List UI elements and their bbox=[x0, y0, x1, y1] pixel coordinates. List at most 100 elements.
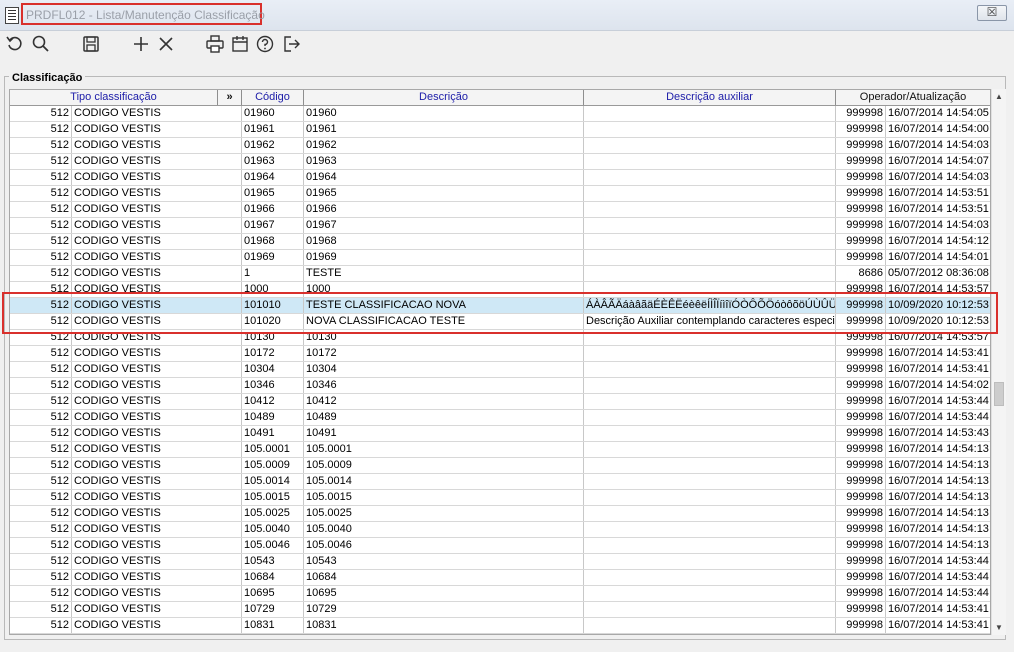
table-row[interactable]: 512 CODIGO VESTIS 10491 10491 999998 16/07/20… bbox=[10, 426, 990, 442]
table-row[interactable]: 512 CODIGO VESTIS 01965 01965 999998 16/07/20… bbox=[10, 186, 990, 202]
add-icon[interactable] bbox=[131, 34, 151, 54]
cell-tipo-nome: CODIGO VESTIS bbox=[72, 586, 242, 601]
table-row[interactable]: 512 CODIGO VESTIS 01960 01960 999998 16/07/20… bbox=[10, 106, 990, 122]
cell-operador: 999998 bbox=[836, 586, 886, 601]
header-operador-atualizacao[interactable]: Operador/Atualização bbox=[836, 90, 990, 105]
cell-tipo-nome: CODIGO VESTIS bbox=[72, 154, 242, 169]
scroll-thumb[interactable] bbox=[994, 382, 1004, 406]
cell-codigo: 01964 bbox=[242, 170, 304, 185]
table-row[interactable]: 512 CODIGO VESTIS 101020 NOVA CLASSIFICACAO… bbox=[10, 314, 990, 330]
cell-tipo-numero: 512 bbox=[10, 218, 72, 233]
table-row[interactable]: 512 CODIGO VESTIS 01967 01967 999998 16/07/20… bbox=[10, 218, 990, 234]
cell-codigo: 10412 bbox=[242, 394, 304, 409]
table-row[interactable]: 512 CODIGO VESTIS 01962 01962 999998 16/07/20… bbox=[10, 138, 990, 154]
window-title: PRDFL012 - Lista/Manutenção Classificaçã… bbox=[26, 8, 265, 22]
table-row[interactable]: 512 CODIGO VESTIS 105.0014 105.0014 999998 16… bbox=[10, 474, 990, 490]
vertical-scrollbar[interactable]: ▲ ▼ bbox=[991, 89, 1006, 635]
cell-tipo-nome: CODIGO VESTIS bbox=[72, 458, 242, 473]
cell-tipo-numero: 512 bbox=[10, 138, 72, 153]
table-row[interactable]: 512 CODIGO VESTIS 10346 10346 999998 16/07/20… bbox=[10, 378, 990, 394]
cell-operador: 999998 bbox=[836, 602, 886, 617]
table-row[interactable]: 512 CODIGO VESTIS 105.0025 105.0025 999998 16… bbox=[10, 506, 990, 522]
close-button[interactable]: ☒ bbox=[977, 5, 1007, 21]
cell-operador: 999998 bbox=[836, 250, 886, 265]
cell-codigo: 10543 bbox=[242, 554, 304, 569]
table-row[interactable]: 512 CODIGO VESTIS 10729 10729 999998 16/07/20… bbox=[10, 602, 990, 618]
table-row[interactable]: 512 CODIGO VESTIS 10489 10489 999998 16/07/20… bbox=[10, 410, 990, 426]
cell-descricao: 105.0001 bbox=[304, 442, 584, 457]
table-row[interactable]: 512 CODIGO VESTIS 01961 01961 999998 16/07/20… bbox=[10, 122, 990, 138]
cell-tipo-numero: 512 bbox=[10, 186, 72, 201]
cell-tipo-numero: 512 bbox=[10, 202, 72, 217]
table-row[interactable]: 512 CODIGO VESTIS 01963 01963 999998 16/07/20… bbox=[10, 154, 990, 170]
table-row[interactable]: 512 CODIGO VESTIS 10412 10412 999998 16/07/20… bbox=[10, 394, 990, 410]
table-row[interactable]: 512 CODIGO VESTIS 10130 10130 999998 16/07/20… bbox=[10, 330, 990, 346]
cell-descricao-auxiliar bbox=[584, 266, 836, 281]
delete-icon[interactable] bbox=[156, 34, 176, 54]
cell-descricao: 10491 bbox=[304, 426, 584, 441]
table-row[interactable]: 512 CODIGO VESTIS 01968 01968 999998 16/07/20… bbox=[10, 234, 990, 250]
header-tipo-classificacao[interactable]: Tipo classificação bbox=[10, 90, 218, 105]
cell-operador: 999998 bbox=[836, 442, 886, 457]
expand-columns-button[interactable]: » bbox=[218, 90, 242, 105]
exit-icon[interactable] bbox=[282, 34, 302, 54]
scroll-down-arrow-icon[interactable]: ▼ bbox=[992, 620, 1006, 635]
print-icon[interactable] bbox=[205, 34, 225, 54]
cell-codigo: 10346 bbox=[242, 378, 304, 393]
help-icon[interactable] bbox=[255, 34, 275, 54]
cell-tipo-nome: CODIGO VESTIS bbox=[72, 314, 242, 329]
cell-operador: 999998 bbox=[836, 490, 886, 505]
cell-descricao-auxiliar bbox=[584, 554, 836, 569]
cell-codigo: 105.0025 bbox=[242, 506, 304, 521]
table-row[interactable]: 512 CODIGO VESTIS 01966 01966 999998 16/07/20… bbox=[10, 202, 990, 218]
cell-descricao-auxiliar bbox=[584, 394, 836, 409]
table-row[interactable]: 512 CODIGO VESTIS 01964 01964 999998 16/07/20… bbox=[10, 170, 990, 186]
table-row[interactable]: 512 CODIGO VESTIS 105.0009 105.0009 999998 16… bbox=[10, 458, 990, 474]
calendar-icon[interactable] bbox=[230, 34, 250, 54]
table-row[interactable]: 512 CODIGO VESTIS 105.0001 105.0001 999998 16… bbox=[10, 442, 990, 458]
cell-descricao: 105.0009 bbox=[304, 458, 584, 473]
cell-atualizacao: 16/07/2014 14:54:00 bbox=[886, 122, 990, 137]
cell-descricao: 01964 bbox=[304, 170, 584, 185]
table-row[interactable]: 512 CODIGO VESTIS 10304 10304 999998 16/07/20… bbox=[10, 362, 990, 378]
cell-tipo-numero: 512 bbox=[10, 602, 72, 617]
cell-atualizacao: 16/07/2014 14:54:05 bbox=[886, 106, 990, 121]
refresh-icon[interactable] bbox=[5, 34, 25, 54]
cell-descricao: 10304 bbox=[304, 362, 584, 377]
table-row[interactable]: 512 CODIGO VESTIS 1 TESTE 8686 05/07/2012 08:… bbox=[10, 266, 990, 282]
table-row[interactable]: 512 CODIGO VESTIS 10543 10543 999998 16/07/20… bbox=[10, 554, 990, 570]
table-row[interactable]: 512 CODIGO VESTIS 105.0046 105.0046 999998 16… bbox=[10, 538, 990, 554]
cell-tipo-numero: 512 bbox=[10, 378, 72, 393]
header-descricao[interactable]: Descrição bbox=[304, 90, 584, 105]
app-document-icon bbox=[5, 7, 19, 24]
cell-descricao: 105.0025 bbox=[304, 506, 584, 521]
table-row[interactable]: 512 CODIGO VESTIS 10172 10172 999998 16/07/20… bbox=[10, 346, 990, 362]
cell-codigo: 01967 bbox=[242, 218, 304, 233]
cell-operador: 999998 bbox=[836, 330, 886, 345]
cell-tipo-numero: 512 bbox=[10, 346, 72, 361]
title-bar: PRDFL012 - Lista/Manutenção Classificaçã… bbox=[0, 0, 1014, 31]
table-row[interactable]: 512 CODIGO VESTIS 101010 TESTE CLASSIFICACA… bbox=[10, 298, 990, 314]
cell-operador: 999998 bbox=[836, 154, 886, 169]
table-row[interactable]: 512 CODIGO VESTIS 105.0040 105.0040 999998 16… bbox=[10, 522, 990, 538]
header-codigo[interactable]: Código bbox=[242, 90, 304, 105]
table-row[interactable]: 512 CODIGO VESTIS 10831 10831 999998 16/07/20… bbox=[10, 618, 990, 634]
scroll-up-arrow-icon[interactable]: ▲ bbox=[992, 89, 1006, 104]
table-row[interactable]: 512 CODIGO VESTIS 01969 01969 999998 16/07/20… bbox=[10, 250, 990, 266]
table-row[interactable]: 512 CODIGO VESTIS 10695 10695 999998 16/07/20… bbox=[10, 586, 990, 602]
search-icon[interactable] bbox=[31, 34, 51, 54]
save-icon[interactable] bbox=[81, 34, 101, 54]
table-row[interactable]: 512 CODIGO VESTIS 1000 1000 999998 16/07/2014… bbox=[10, 282, 990, 298]
cell-tipo-numero: 512 bbox=[10, 442, 72, 457]
header-descricao-auxiliar[interactable]: Descrição auxiliar bbox=[584, 90, 836, 105]
cell-atualizacao: 16/07/2014 14:54:03 bbox=[886, 170, 990, 185]
panel-title: Classificação bbox=[9, 72, 86, 84]
cell-atualizacao: 16/07/2014 14:53:51 bbox=[886, 202, 990, 217]
cell-atualizacao: 16/07/2014 14:54:02 bbox=[886, 378, 990, 393]
cell-tipo-numero: 512 bbox=[10, 586, 72, 601]
table-row[interactable]: 512 CODIGO VESTIS 10684 10684 999998 16/07/20… bbox=[10, 570, 990, 586]
classificacao-table[interactable]: Tipo classificação » Código Descrição De… bbox=[9, 89, 991, 635]
table-row[interactable]: 512 CODIGO VESTIS 105.0015 105.0015 999998 16… bbox=[10, 490, 990, 506]
cell-tipo-numero: 512 bbox=[10, 234, 72, 249]
cell-tipo-nome: CODIGO VESTIS bbox=[72, 186, 242, 201]
